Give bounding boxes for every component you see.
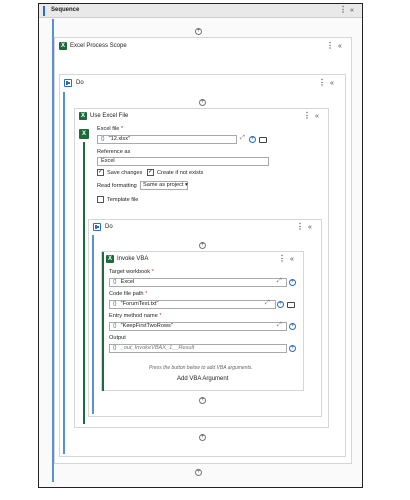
output-input[interactable]: {} _out_InvokeVBAX_1__Result	[109, 344, 287, 353]
code-file-path-label: Code file path *	[109, 291, 148, 297]
sequence-menu-icon[interactable]: ⋮	[339, 6, 347, 14]
target-expand-icon[interactable]: ⤢	[277, 278, 282, 285]
invoke-vba-menu-icon[interactable]: ⋮	[278, 255, 286, 263]
sequence-title: Sequence	[51, 7, 80, 13]
browse-folder-icon[interactable]	[259, 137, 267, 143]
entry-method-input[interactable]: {} "KeepFirstTwoRows"	[109, 322, 287, 331]
outer-do-panel: Do ⋮ « + X Use Excel File ⋮ « X Excel fi…	[59, 74, 346, 457]
target-workbook-label: Target workbook *	[109, 269, 154, 275]
excel-scope-menu-icon[interactable]: ⋮	[326, 42, 334, 50]
excel-file-type-icon: X	[79, 129, 89, 139]
sequence-container: Sequence ⋮ « + X Excel Process Scope ⋮ «…	[38, 3, 363, 488]
inner-do-panel: Do ⋮ « + X Invoke VBA ⋮ « Target workboo…	[88, 219, 322, 417]
add-activity-after-vba-icon[interactable]: +	[199, 397, 206, 404]
outer-do-collapse-icon[interactable]: «	[330, 80, 334, 87]
inner-do-menu-icon[interactable]: ⋮	[296, 223, 304, 231]
inner-do-sequence-icon	[93, 223, 101, 231]
sequence-accent	[43, 6, 45, 16]
use-excel-title: Use Excel File	[90, 113, 129, 119]
entry-method-label: Entry method name *	[109, 313, 162, 319]
template-file-label: Template file	[107, 197, 139, 203]
outer-do-title: Do	[76, 80, 84, 86]
excel-file-label: Excel file *	[97, 126, 124, 132]
invoke-vba-rail	[102, 252, 104, 391]
output-label: Output	[109, 335, 126, 341]
read-formatting-select[interactable]: Same as project ▾	[140, 181, 188, 190]
entry-expand-icon[interactable]: ⤢	[277, 322, 282, 329]
reference-as-input[interactable]: Excel	[97, 157, 269, 166]
read-formatting-label: Read formatting	[97, 183, 137, 189]
outer-do-rail	[63, 92, 65, 454]
add-activity-inner-icon[interactable]: +	[199, 242, 206, 249]
invoke-vba-panel: X Invoke VBA ⋮ « Target workbook * {} Exc…	[101, 251, 304, 391]
entry-plus-icon[interactable]: +	[289, 323, 296, 330]
invoke-vba-icon: X	[106, 255, 114, 263]
create-if-not-exists-label: Create if not exists	[157, 170, 204, 176]
save-changes-checkbox[interactable]: ✓	[97, 169, 104, 176]
excel-scope-title: Excel Process Scope	[70, 43, 127, 49]
add-activity-bottom-icon[interactable]: +	[195, 469, 202, 476]
invoke-vba-title: Invoke VBA	[117, 256, 149, 262]
add-activity-top-icon[interactable]: +	[195, 28, 202, 35]
excel-file-plus-icon[interactable]: +	[249, 136, 256, 143]
excel-process-scope-panel: X Excel Process Scope ⋮ « Do ⋮ « + X Use…	[54, 37, 352, 464]
excel-scope-collapse-icon[interactable]: «	[338, 43, 342, 50]
output-plus-icon[interactable]: +	[289, 345, 296, 352]
use-excel-file-panel: X Use Excel File ⋮ « X Excel file * {} "1…	[74, 108, 329, 428]
outer-do-menu-icon[interactable]: ⋮	[318, 79, 326, 87]
inner-do-collapse-icon[interactable]: «	[308, 224, 312, 231]
use-excel-collapse-icon[interactable]: «	[315, 113, 319, 120]
expand-editor-icon[interactable]: ⤢	[240, 135, 245, 142]
add-activity-after-excel-icon[interactable]: +	[199, 434, 206, 441]
use-excel-icon: X	[79, 112, 87, 120]
excel-file-input[interactable]: {} "12.xlsx"	[97, 135, 237, 144]
template-file-checkbox[interactable]	[97, 196, 104, 203]
inner-do-rail	[92, 235, 94, 414]
excel-scope-icon: X	[59, 42, 67, 50]
do-sequence-icon	[64, 79, 72, 87]
target-plus-icon[interactable]: +	[289, 279, 296, 286]
sequence-header[interactable]: Sequence ⋮ «	[39, 4, 362, 18]
target-workbook-input[interactable]: {} Excel	[109, 278, 287, 287]
sequence-collapse-icon[interactable]: «	[350, 7, 354, 14]
code-browse-folder-icon[interactable]	[287, 302, 295, 308]
code-plus-icon[interactable]: +	[277, 301, 284, 308]
vba-arguments-hint: Press the button below to add VBA argume…	[149, 365, 253, 371]
save-changes-label: Save changes	[107, 170, 143, 176]
reference-as-label: Reference as	[97, 149, 131, 155]
add-vba-argument-button[interactable]: Add VBA Argument	[177, 376, 228, 382]
code-expand-icon[interactable]: ⤢	[265, 300, 270, 307]
use-excel-rail	[83, 142, 85, 424]
create-if-not-exists-checkbox[interactable]: ✓	[147, 169, 154, 176]
inner-do-title: Do	[105, 224, 113, 230]
use-excel-menu-icon[interactable]: ⋮	[303, 112, 311, 120]
invoke-vba-collapse-icon[interactable]: «	[290, 256, 294, 263]
code-file-path-input[interactable]: {} "ForumText.txt"	[109, 300, 276, 309]
add-activity-icon[interactable]: +	[199, 99, 206, 106]
